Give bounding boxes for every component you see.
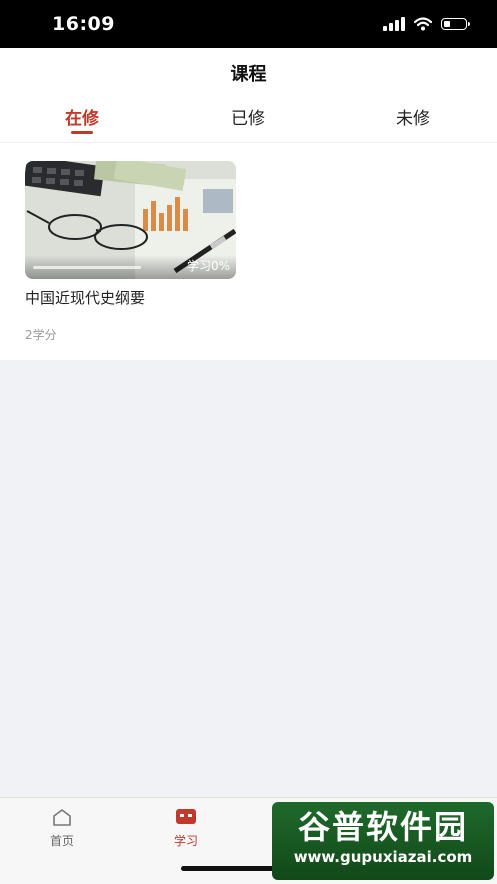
battery-icon	[441, 18, 470, 30]
tab-not-started[interactable]: 未修	[353, 104, 473, 129]
tabbar-label: 首页	[49, 834, 74, 848]
home-icon	[53, 809, 71, 826]
tab-completed[interactable]: 已修	[188, 104, 308, 129]
tab-label: 已修	[231, 109, 265, 129]
wifi-icon	[414, 17, 432, 31]
course-card[interactable]: 学习0% 中国近现代史纲要 2学分	[25, 161, 240, 343]
tab-label: 在修	[65, 109, 99, 129]
course-tabs: 在修 已修 未修	[0, 104, 497, 138]
progress-label: 学习0%	[186, 259, 230, 273]
watermark-title: 谷普软件园	[297, 808, 468, 846]
signal-icon	[383, 17, 405, 31]
watermark-logo: 谷普软件园 www.gupuxiazai.com	[272, 802, 494, 880]
progress-overlay: 学习0%	[25, 255, 236, 279]
tabbar-label: 学习	[173, 834, 198, 848]
status-bar: 16:09	[0, 0, 497, 48]
status-time: 16:09	[52, 13, 115, 35]
tabbar-item-study[interactable]: 学习	[146, 808, 226, 849]
course-thumbnail: 学习0%	[25, 161, 236, 279]
course-title: 中国近现代史纲要	[25, 289, 146, 307]
header: 课程 在修 已修 未修	[0, 48, 497, 143]
status-icons	[383, 17, 470, 31]
progress-track	[33, 266, 141, 269]
tab-in-progress[interactable]: 在修	[22, 104, 142, 134]
tab-label: 未修	[396, 109, 430, 129]
tabbar-item-home[interactable]: 首页	[22, 808, 102, 849]
course-credit: 2学分	[25, 328, 57, 342]
course-list: 学习0% 中国近现代史纲要 2学分	[0, 143, 497, 360]
active-tab-indicator	[71, 131, 93, 134]
watermark-url: www.gupuxiazai.com	[293, 848, 473, 866]
study-icon	[176, 809, 196, 824]
page-title: 课程	[230, 64, 267, 85]
